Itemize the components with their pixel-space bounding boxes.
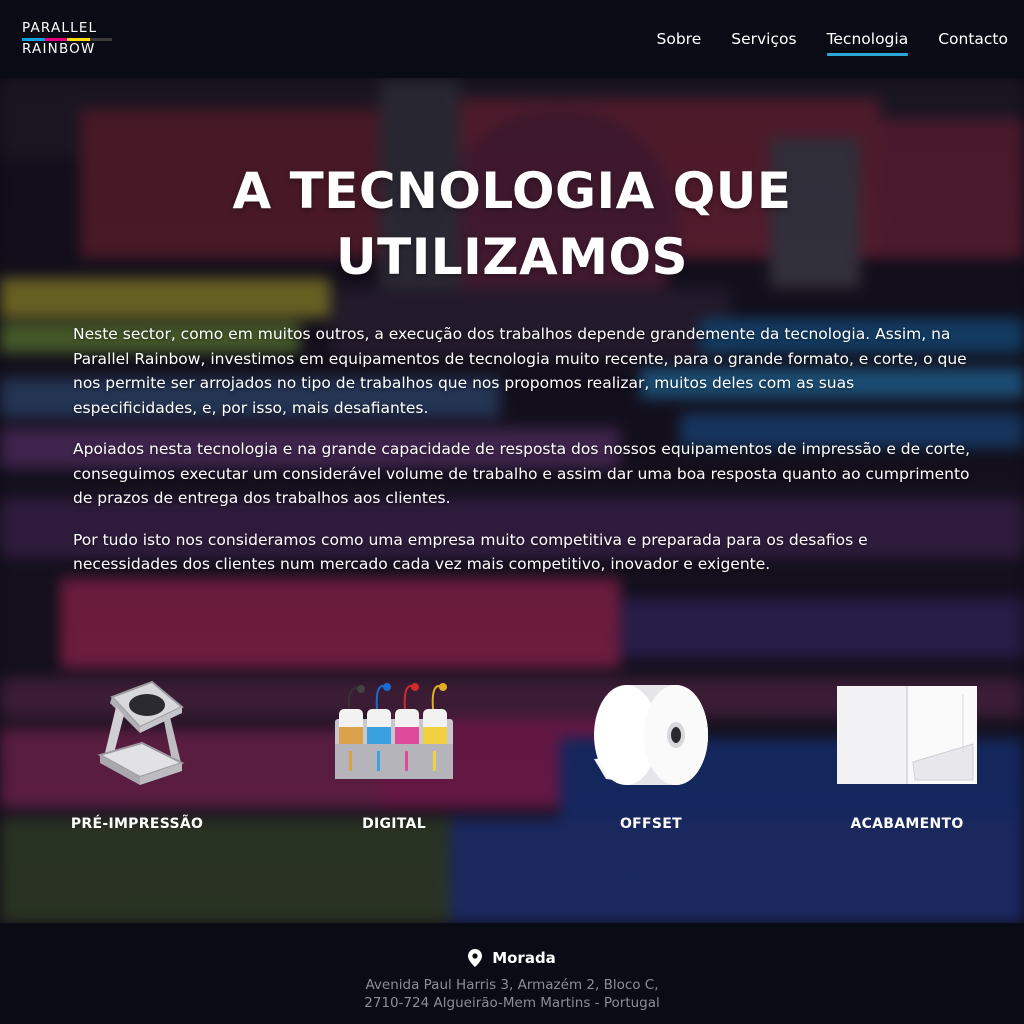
nav-item-sobre[interactable]: Sobre [657, 22, 702, 56]
intro-paragraph-2: Apoiados nesta tecnologia e na grande ca… [73, 440, 971, 507]
logo[interactable]: PARALLEL RAINBOW [22, 20, 112, 57]
intro-text: Neste sector, como em muitos outros, a e… [73, 322, 973, 594]
address-line-1: Avenida Paul Harris 3, Armazém 2, Bloco … [365, 977, 659, 993]
intro-paragraph-1: Neste sector, como em muitos outros, a e… [73, 325, 967, 417]
service-label-pre-impressao: PRÉ-IMPRESSÃO [70, 816, 204, 832]
service-label-acabamento: ACABAMENTO [850, 816, 964, 832]
magnifier-loupe-icon [97, 680, 185, 785]
footer-title: Morada [492, 949, 556, 967]
service-label-offset: OFFSET [619, 816, 683, 832]
site-footer: Morada Avenida Paul Harris 3, Armazém 2,… [0, 923, 1024, 1024]
site-header: PARALLEL RAINBOW Sobre Serviços Tecnolog… [0, 0, 1024, 78]
service-label-digital: DIGITAL [362, 816, 426, 832]
hero-section: A TECNOLOGIA QUE UTILIZAMOS Neste sector… [0, 78, 1024, 923]
ink-bottles-icon [335, 683, 453, 779]
service-digital[interactable]: DIGITAL [294, 674, 494, 832]
page-title: A TECNOLOGIA QUE UTILIZAMOS [0, 158, 1024, 290]
location-pin-icon [468, 949, 483, 967]
intro-paragraph-3: Por tudo isto nos consideramos como uma … [73, 530, 868, 574]
nav-item-servicos[interactable]: Serviços [731, 22, 796, 56]
page-title-line1: A TECNOLOGIA QUE [232, 162, 792, 220]
nav-item-tecnologia[interactable]: Tecnologia [826, 22, 908, 56]
main-nav: Sobre Serviços Tecnologia Contacto [627, 22, 1008, 56]
page-title-line2: UTILIZAMOS [336, 228, 688, 286]
paper-roll-icon [594, 685, 708, 785]
service-offset[interactable]: OFFSET [551, 674, 751, 832]
folder-icon [836, 685, 977, 784]
service-acabamento[interactable]: ACABAMENTO [807, 674, 1007, 832]
logo-text-bottom: RAINBOW [22, 40, 96, 57]
services-row: PRÉ-IMPRESSÃO DIGITAL OFFSET ACABAMENTO [0, 674, 1024, 854]
footer-heading: Morada [0, 949, 1024, 967]
service-pre-impressao[interactable]: PRÉ-IMPRESSÃO [37, 674, 237, 832]
address-line-2: 2710-724 Algueirão-Mem Martins - Portuga… [364, 995, 660, 1011]
nav-item-contacto[interactable]: Contacto [938, 22, 1008, 56]
logo-text-top: PARALLEL [22, 20, 98, 36]
